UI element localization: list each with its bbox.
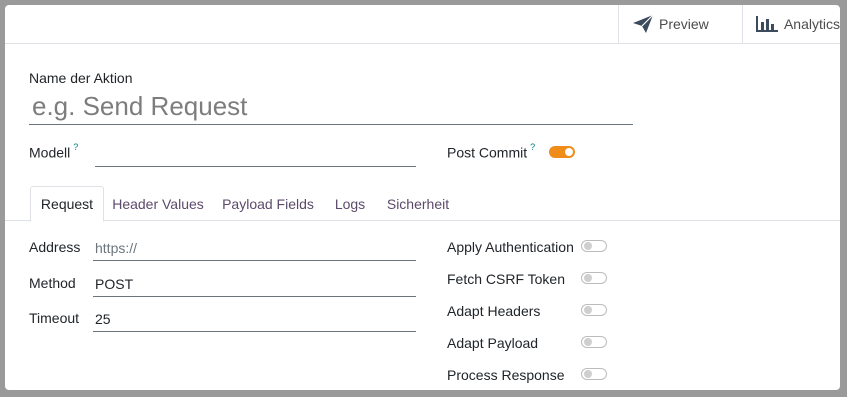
fetch-csrf-token-label: Fetch CSRF Token [447,271,566,287]
model-label: Modell? [29,142,78,161]
method-label: Method [29,275,76,291]
process-response-toggle[interactable] [581,368,607,380]
paper-plane-icon [633,14,654,33]
tab-header-values[interactable]: Header Values [109,186,207,221]
notebook-tabs: Request Header Values Payload Fields Log… [5,186,840,222]
post-commit-label-text: Post Commit [447,144,528,161]
model-label-text: Modell [29,144,71,161]
tab-payload-fields[interactable]: Payload Fields [218,186,318,221]
timeout-input[interactable] [93,306,416,332]
analytics-button[interactable]: Analytics [742,5,840,43]
post-commit-toggle[interactable] [549,146,575,158]
name-label: Name der Aktion [29,70,133,86]
tab-request[interactable]: Request [30,186,104,222]
toggle-knob [584,242,592,250]
process-response-label: Process Response [447,367,565,383]
post-commit-help-icon[interactable]: ? [530,142,535,152]
toggle-knob [565,148,573,156]
model-help-icon[interactable]: ? [73,142,78,152]
toggle-knob [584,274,592,282]
adapt-payload-toggle[interactable] [581,336,607,348]
method-input[interactable] [93,271,416,297]
apply-authentication-label: Apply Authentication [447,239,574,255]
adapt-headers-toggle[interactable] [581,304,607,316]
adapt-headers-label: Adapt Headers [447,303,541,319]
toggle-knob [584,338,592,346]
adapt-payload-label: Adapt Payload [447,335,539,351]
bar-chart-icon [755,16,778,32]
fetch-csrf-token-toggle[interactable] [581,272,607,284]
form-sheet: Preview Analytics Name der Aktion Modell… [5,5,840,390]
preview-label: Preview [659,16,709,32]
tab-sicherheit[interactable]: Sicherheit [382,186,454,221]
toggle-knob [584,306,592,314]
timeout-label: Timeout [29,310,80,326]
analytics-label: Analytics [783,16,840,32]
model-input[interactable] [95,141,416,167]
toggle-knob [584,370,592,378]
address-label: Address [29,239,81,255]
tab-logs[interactable]: Logs [330,186,370,221]
preview-button[interactable]: Preview [618,5,742,43]
address-input[interactable] [93,235,416,261]
button-box: Preview Analytics [5,5,840,44]
apply-authentication-toggle[interactable] [581,240,607,252]
post-commit-label: Post Commit? [447,142,535,161]
name-input[interactable] [29,89,633,125]
